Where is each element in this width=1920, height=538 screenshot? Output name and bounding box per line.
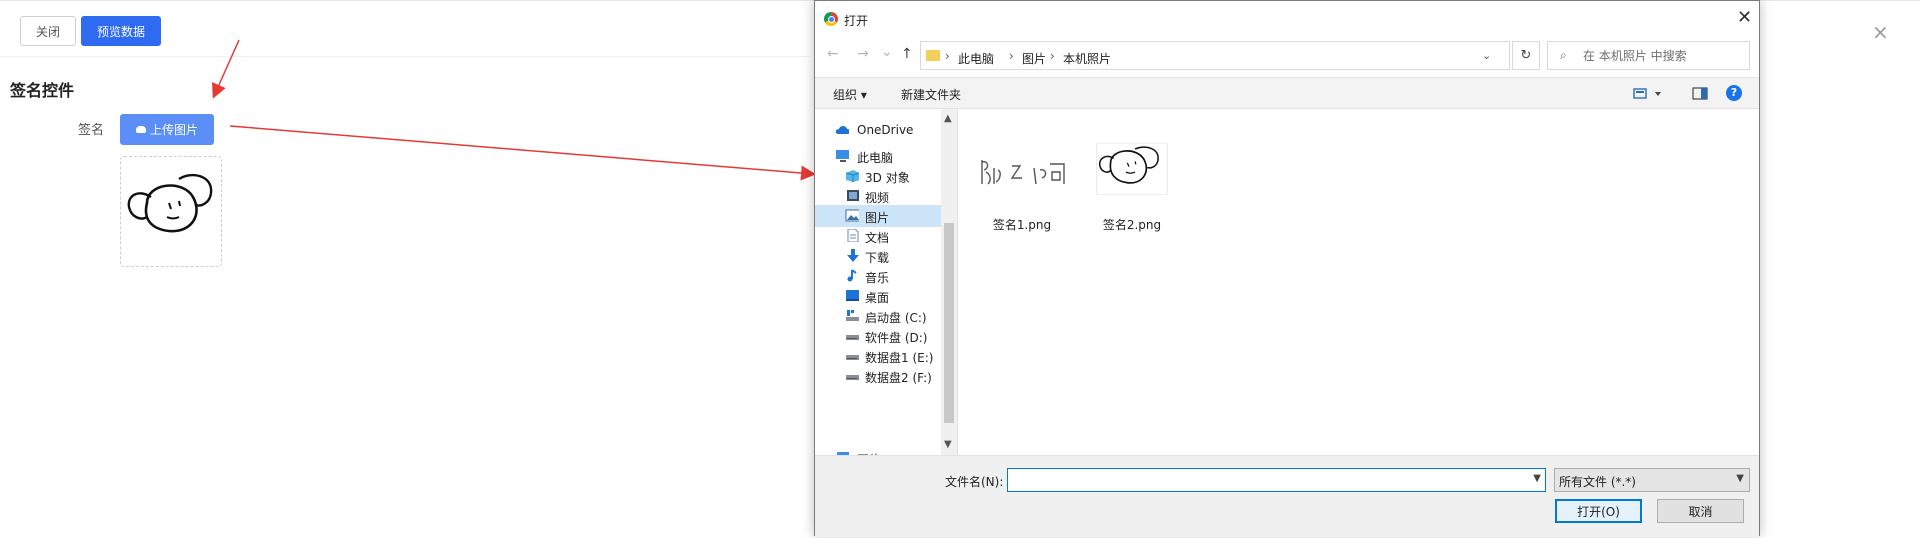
cloud-icon [835, 126, 849, 134]
system-drive-icon [846, 310, 859, 321]
open-file-dialog: 打开 ✕ ← → ⌄ ↑ › 此电脑 › 图片 › 本机照片 ⌄ ↻ ⌕ 在 本… [814, 0, 1760, 537]
video-icon [847, 190, 859, 201]
breadcrumb-local-photos[interactable]: 本机照片 [1063, 50, 1111, 67]
nav-item-drive-e[interactable]: 数据盘1 (E:) [815, 345, 941, 367]
search-box[interactable]: ⌕ [1547, 41, 1750, 70]
filename-dropdown-icon[interactable]: ▼ [1533, 473, 1541, 484]
up-arrow-icon[interactable]: ↑ [901, 46, 913, 62]
nav-item-this-pc[interactable]: 此电脑 [815, 145, 941, 167]
scrollbar-thumb[interactable] [944, 223, 954, 423]
folder-icon [926, 50, 940, 61]
nav-item-label: 图片 [865, 211, 890, 225]
filetype-value: 所有文件 (*.*) [1559, 475, 1636, 489]
dialog-title: 打开 [844, 14, 869, 28]
breadcrumb-this-pc[interactable]: 此电脑 [958, 50, 994, 67]
navigation-pane: OneDrive 此电脑 3D 对象 视频 图片 文档 下载 音乐 桌面 启动盘… [815, 109, 941, 455]
nav-item-label: 数据盘1 (E:) [865, 351, 934, 365]
scroll-down-icon[interactable]: ▼ [944, 439, 952, 450]
search-input[interactable] [1583, 47, 1743, 65]
nav-item-drive-f[interactable]: 数据盘2 (F:) [815, 365, 941, 387]
drive-icon [846, 335, 859, 340]
computer-icon [836, 150, 849, 162]
filetype-dropdown-icon[interactable]: ▼ [1736, 473, 1744, 484]
filetype-select[interactable]: 所有文件 (*.*) ▼ [1554, 468, 1750, 492]
nav-item-videos[interactable]: 视频 [815, 185, 941, 207]
preview-pane-icon[interactable] [1692, 87, 1708, 101]
address-bar[interactable]: › 此电脑 › 图片 › 本机照片 ⌄ [920, 41, 1510, 70]
nav-item-drive-d[interactable]: 软件盘 (D:) [815, 325, 941, 347]
nav-item-drive-c[interactable]: 启动盘 (C:) [815, 305, 941, 327]
picture-icon [845, 209, 859, 222]
help-icon[interactable]: ? [1726, 85, 1742, 101]
screen: 关闭 预览数据 × 签名控件 签名 上传图片 打开 ✕ ← → ⌄ ↑ › 此电… [0, 0, 1920, 538]
nav-pane-scrollbar[interactable]: ▲ ▼ [941, 109, 957, 455]
file-name: 签名2.png [1102, 218, 1162, 232]
breadcrumb-separator: › [1009, 49, 1014, 63]
new-folder-button[interactable]: 新建文件夹 [901, 86, 961, 103]
nav-item-label: 数据盘2 (F:) [865, 371, 932, 385]
download-icon [847, 249, 859, 262]
file-thumbnail [1096, 143, 1168, 195]
filename-label: 文件名(N): [945, 475, 1004, 489]
nav-item-network[interactable]: 网络 [815, 447, 941, 455]
dialog-close-icon[interactable]: ✕ [1737, 7, 1752, 28]
forward-arrow-icon[interactable]: → [857, 46, 869, 62]
nav-item-downloads[interactable]: 下载 [815, 245, 941, 267]
nav-item-3d-objects[interactable]: 3D 对象 [815, 165, 941, 187]
nav-item-music[interactable]: 音乐 [815, 265, 941, 287]
drive-icon [846, 375, 859, 380]
file-item[interactable]: 签名1.png [966, 109, 1068, 232]
scroll-up-icon[interactable]: ▲ [944, 113, 952, 124]
breadcrumb-pictures[interactable]: 图片 [1022, 50, 1046, 67]
search-icon: ⌕ [1560, 48, 1567, 62]
nav-item-label: 文档 [865, 231, 890, 245]
nav-item-label: 3D 对象 [865, 171, 910, 185]
organize-menu[interactable]: 组织 ▾ [833, 86, 867, 103]
dialog-footer: 文件名(N): ▼ 所有文件 (*.*) ▼ 打开(O) 取消 [815, 455, 1759, 537]
file-thumbnail [976, 140, 1068, 192]
open-button[interactable]: 打开(O) [1555, 499, 1642, 523]
filename-input[interactable]: ▼ [1007, 468, 1546, 492]
nav-item-pictures[interactable]: 图片 [815, 205, 941, 227]
nav-item-label: 软件盘 (D:) [865, 331, 928, 345]
cancel-button[interactable]: 取消 [1657, 499, 1744, 523]
nav-item-label: 下载 [865, 251, 890, 265]
breadcrumb-separator: › [1050, 49, 1055, 63]
refresh-icon[interactable]: ↻ [1512, 41, 1540, 70]
nav-item-label: 视频 [865, 191, 890, 205]
desktop-icon [846, 290, 859, 301]
document-icon [847, 229, 859, 242]
navigation-bar: ← → ⌄ ↑ › 此电脑 › 图片 › 本机照片 ⌄ ↻ ⌕ [815, 37, 1759, 73]
nav-item-documents[interactable]: 文档 [815, 225, 941, 247]
recent-locations-icon[interactable]: ⌄ [881, 44, 893, 60]
music-icon [847, 269, 857, 282]
file-list: 签名1.png 签名2.png [958, 109, 1759, 455]
nav-item-label: 桌面 [865, 291, 890, 305]
drive-icon [846, 355, 859, 360]
back-arrow-icon[interactable]: ← [827, 46, 839, 62]
nav-item-label: 音乐 [865, 271, 890, 285]
cube-icon [845, 170, 859, 182]
file-name: 签名1.png [992, 218, 1052, 232]
nav-item-label: 启动盘 (C:) [865, 311, 927, 325]
nav-item-label: OneDrive [857, 123, 914, 137]
command-bar: 组织 ▾ 新建文件夹 ? [815, 77, 1759, 109]
nav-item-desktop[interactable]: 桌面 [815, 285, 941, 307]
file-item[interactable]: 签名2.png [1076, 109, 1172, 232]
nav-item-onedrive[interactable]: OneDrive [815, 119, 941, 141]
address-dropdown-icon[interactable]: ⌄ [1482, 49, 1491, 62]
dialog-titlebar: 打开 ✕ [815, 1, 1759, 37]
view-options-icon[interactable] [1633, 87, 1663, 101]
chrome-icon [824, 12, 838, 26]
breadcrumb-separator: › [945, 49, 950, 63]
nav-item-label: 此电脑 [857, 151, 894, 165]
arrow-to-upload [212, 39, 240, 99]
arrow-to-dialog [229, 125, 816, 181]
